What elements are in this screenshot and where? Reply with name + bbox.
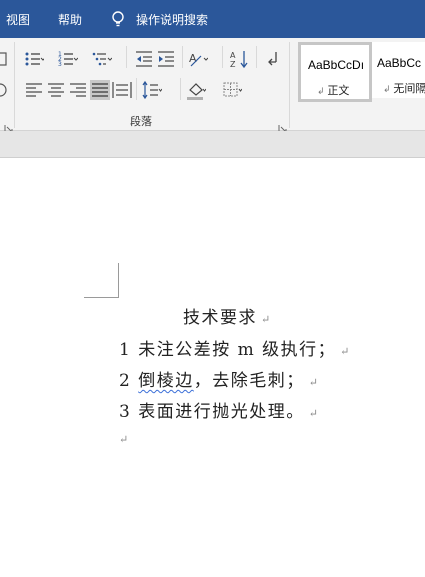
paragraph-mark: ↵ (308, 376, 318, 389)
margin-corner-mark (84, 297, 119, 298)
ribbon: 1 2 3 A A Z 段落 AaBbCcDı ↲ 正文 AaBbCc ↲ 无间… (0, 38, 425, 133)
doc-line-3[interactable]: 3 表面进行抛光处理。 ↵ (119, 397, 318, 422)
multilevel-list-icon[interactable] (92, 49, 112, 69)
paragraph-group-label: 段落 (130, 115, 152, 128)
sort-icon[interactable]: A Z (230, 49, 250, 69)
style-no-spacing-sample: AaBbCc (377, 56, 422, 70)
ribbon-bottom-band (0, 131, 425, 158)
menu-view[interactable]: 视图 (6, 11, 30, 28)
paragraph-mark: ↵ (261, 313, 271, 326)
lightbulb-icon[interactable] (110, 10, 126, 28)
line-spacing-icon[interactable] (142, 80, 162, 100)
paragraph-mark: ↵ (119, 433, 129, 446)
style-no-spacing-name: ↲ 无间隔 (383, 82, 425, 95)
svg-text:Z: Z (230, 60, 236, 69)
doc-title[interactable]: 技术要求 ↵ (183, 303, 270, 328)
shading-icon[interactable] (186, 80, 206, 100)
bullets-icon[interactable] (24, 49, 44, 69)
spelling-squiggle-word: 倒棱边 (138, 371, 194, 391)
style-normal[interactable]: AaBbCcDı ↲ 正文 (298, 42, 372, 102)
divider (256, 46, 257, 68)
svg-text:3: 3 (58, 61, 62, 68)
borders-icon[interactable] (222, 80, 242, 100)
tell-me-search[interactable]: 操作说明搜索 (136, 11, 208, 28)
style-normal-name: ↲ 正文 (317, 84, 350, 97)
style-no-spacing[interactable]: AaBbCc ↲ 无间隔 (372, 42, 425, 98)
doc-line-1[interactable]: 1 未注公差按 m 级执行； ↵ (119, 335, 349, 360)
align-left-icon[interactable] (24, 80, 44, 100)
svg-text:A: A (189, 52, 197, 65)
svg-text:A: A (230, 51, 236, 60)
increase-indent-icon[interactable] (156, 49, 176, 69)
decrease-indent-icon[interactable] (134, 49, 154, 69)
paragraph-mark: ↵ (308, 407, 318, 420)
margin-corner-mark (118, 263, 119, 298)
divider (182, 46, 183, 68)
font-partial-icon[interactable] (0, 49, 12, 69)
divider (136, 78, 137, 100)
divider (126, 46, 127, 68)
justify-icon[interactable] (90, 80, 110, 100)
group-divider (289, 42, 290, 128)
title-bar: 视图 帮助 操作说明搜索 (0, 0, 425, 38)
style-normal-sample: AaBbCcDı (308, 58, 365, 72)
paragraph-dialog-launcher-icon[interactable] (278, 118, 287, 133)
doc-empty-line[interactable]: ↵ (119, 428, 128, 448)
divider (180, 78, 181, 100)
align-center-icon[interactable] (46, 80, 66, 100)
paragraph-mark: ↵ (340, 345, 350, 358)
divider (222, 46, 223, 68)
numbering-icon[interactable]: 1 2 3 (58, 49, 78, 69)
font-partial-icon-2[interactable] (0, 80, 12, 100)
align-right-icon[interactable] (68, 80, 88, 100)
show-hide-marks-icon[interactable] (262, 49, 282, 69)
menu-help[interactable]: 帮助 (58, 11, 82, 28)
group-divider (14, 42, 15, 128)
distributed-icon[interactable] (112, 80, 132, 100)
asian-layout-icon[interactable]: A (188, 49, 208, 69)
doc-line-2[interactable]: 2 倒棱边，去除毛刺； ↵ (119, 366, 318, 391)
font-dialog-launcher-icon[interactable] (4, 118, 13, 133)
